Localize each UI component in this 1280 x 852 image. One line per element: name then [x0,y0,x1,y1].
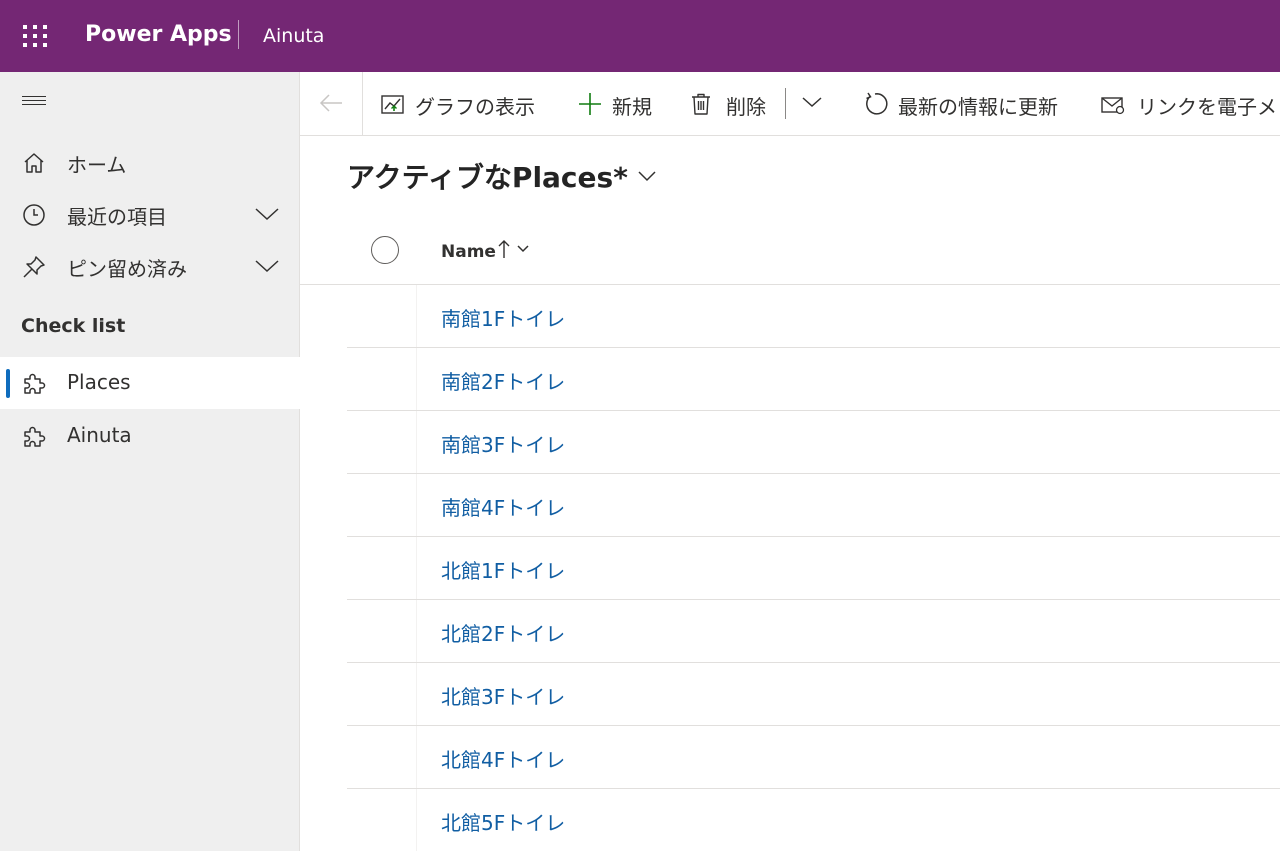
app-launcher-icon[interactable] [22,24,48,48]
row-selector[interactable] [347,348,417,410]
sort-ascending-icon [497,238,511,260]
record-link[interactable]: 南館2Fトイレ [441,366,565,395]
email-link-button[interactable]: リンクを電子メ [1100,72,1280,136]
view-selector-chevron-icon[interactable] [636,166,658,186]
sidebar-item-label: 最近の項目 [67,205,167,229]
record-link[interactable]: 北館2Fトイレ [441,618,565,647]
sidebar-item-label: ホーム [67,153,127,177]
sidebar-item-recent[interactable]: 最近の項目 [0,188,300,240]
sidebar-item-label: Places [67,370,131,394]
new-label: 新規 [612,95,652,119]
chevron-down-icon [800,94,826,120]
back-arrow-icon[interactable] [318,92,344,114]
refresh-label: 最新の情報に更新 [898,95,1058,119]
table-row[interactable]: 北館3Fトイレ [347,663,1280,726]
divider [785,88,786,119]
chevron-down-icon[interactable] [254,256,280,276]
sidebar-item-places[interactable]: Places [0,357,300,409]
more-commands-dropdown[interactable] [800,72,826,136]
puzzle-icon [21,371,47,397]
table-row[interactable]: 南館1Fトイレ [347,285,1280,348]
table-row[interactable]: 南館4Fトイレ [347,474,1280,537]
row-selector[interactable] [347,474,417,536]
divider [362,72,363,136]
row-selector[interactable] [347,285,417,347]
table-row[interactable]: 南館2Fトイレ [347,348,1280,411]
table-row[interactable]: 南館3Fトイレ [347,411,1280,474]
sidebar-item-label: Ainuta [67,423,132,447]
grid-header: Name [300,220,1280,285]
chart-icon [380,91,406,117]
clock-icon [21,202,47,228]
view-title[interactable]: アクティブなPlaces* [347,156,628,196]
select-all-checkbox[interactable] [371,236,399,264]
row-selector[interactable] [347,789,417,851]
command-bar: グラフの表示 新規 削除 最新の情報に更新 リンクを電子メ [300,72,1280,136]
row-selector[interactable] [347,600,417,662]
table-row[interactable]: 北館2Fトイレ [347,600,1280,663]
record-link[interactable]: 北館5Fトイレ [441,807,565,836]
refresh-button[interactable]: 最新の情報に更新 [862,72,1072,136]
sidebar-item-label: ピン留め済み [67,257,187,281]
pin-icon [21,254,47,280]
refresh-icon [862,91,888,117]
row-selector[interactable] [347,411,417,473]
selection-indicator [6,369,10,398]
app-name[interactable]: Power Apps [85,22,232,47]
add-icon [577,91,603,117]
new-button[interactable]: 新規 [577,72,659,136]
sidebar-group-title: Check list [21,315,126,337]
sidebar-item-home[interactable]: ホーム [0,136,300,188]
record-link[interactable]: 南館1Fトイレ [441,303,565,332]
sidebar: ホーム 最近の項目 ピン留め済み Check list Places Ainut… [0,72,300,851]
email-link-icon [1100,91,1126,117]
hamburger-menu-icon[interactable] [22,96,46,110]
email-link-label: リンクを電子メ [1137,95,1277,119]
column-header-label: Name [441,242,496,262]
show-chart-button[interactable]: グラフの表示 [380,72,546,136]
delete-label: 削除 [726,95,766,119]
environment-name: Ainuta [263,25,325,47]
table-row[interactable]: 北館5Fトイレ [347,789,1280,852]
show-chart-label: グラフの表示 [415,95,535,119]
row-selector[interactable] [347,537,417,599]
trash-icon [688,91,714,117]
record-link[interactable]: 北館1Fトイレ [441,555,565,584]
row-selector[interactable] [347,663,417,725]
chevron-down-icon[interactable] [254,204,280,224]
table-row[interactable]: 北館4Fトイレ [347,726,1280,789]
sidebar-item-pinned[interactable]: ピン留め済み [0,240,300,292]
sidebar-item-ainuta[interactable]: Ainuta [0,410,300,462]
header-divider [238,20,239,49]
delete-button[interactable]: 削除 [688,72,770,136]
table-row[interactable]: 北館1Fトイレ [347,537,1280,600]
row-selector[interactable] [347,726,417,788]
puzzle-icon [21,424,47,450]
home-icon [21,150,47,176]
record-link[interactable]: 南館3Fトイレ [441,429,565,458]
record-link[interactable]: 南館4Fトイレ [441,492,565,521]
chevron-down-icon[interactable] [516,241,530,255]
record-link[interactable]: 北館4Fトイレ [441,744,565,773]
top-bar: Power Apps Ainuta [0,0,1280,72]
record-link[interactable]: 北館3Fトイレ [441,681,565,710]
